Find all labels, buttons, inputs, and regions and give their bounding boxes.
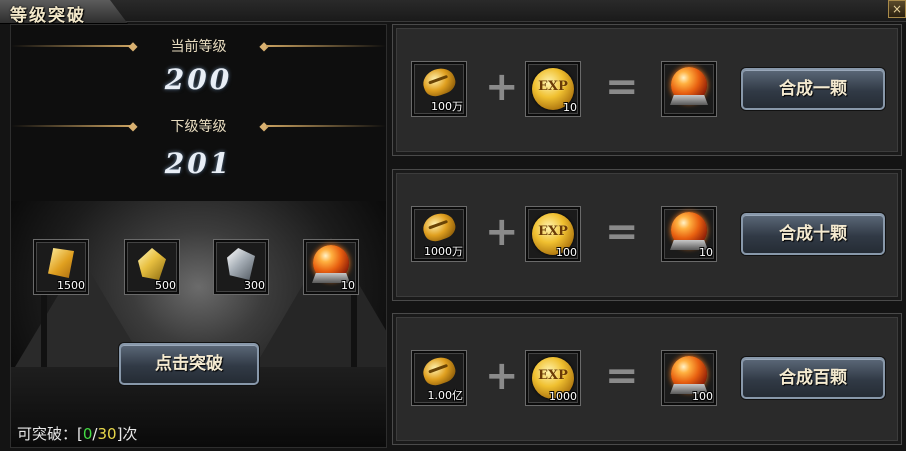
exp-count: 10	[563, 101, 577, 114]
equals-icon: =	[605, 64, 639, 110]
gold-crystal-icon	[138, 248, 166, 280]
level-info: ◆ 当前等级 ◆ 200 ◆ 下级等级 ◆ 201	[11, 25, 386, 201]
exp-label: EXP	[538, 79, 568, 94]
plus-icon: +	[485, 64, 519, 110]
count-prefix: 可突破：[	[17, 425, 83, 443]
orb-slot[interactable]	[661, 61, 717, 117]
recipe-row-1: 100万 + EXP 10 = 合成一颗	[392, 24, 902, 156]
count-suffix: ]次	[116, 425, 138, 443]
exp-count: 1000	[549, 390, 577, 403]
orb-count: 10	[699, 246, 713, 259]
material-count: 10	[341, 279, 355, 292]
exp-count: 100	[556, 246, 577, 259]
breakthrough-count: 可突破：[0/30]次	[17, 423, 137, 444]
divider-right	[266, 125, 386, 127]
equals-icon: =	[605, 209, 639, 255]
current-level-value: 200	[164, 63, 233, 96]
craft-hundred-button[interactable]: 合成百颗	[741, 357, 885, 399]
material-count: 300	[244, 279, 265, 292]
material-slot-fire-orb[interactable]: 10	[303, 239, 359, 295]
plus-icon: +	[485, 353, 519, 399]
orb-count: 100	[692, 390, 713, 403]
breakthrough-panel: ◆ 当前等级 ◆ 200 ◆ 下级等级 ◆ 201 1500 500 300 1…	[10, 24, 387, 448]
next-level-value: 201	[164, 147, 233, 180]
close-button[interactable]: ×	[888, 0, 906, 18]
window-title: 等级突破	[10, 6, 86, 26]
title-bar: 等级突破 ×	[0, 0, 906, 26]
exp-label: EXP	[538, 224, 568, 239]
count-current: 0	[82, 425, 93, 443]
material-slot-gold-crystal[interactable]: 500	[124, 239, 180, 295]
exp-label: EXP	[538, 368, 568, 383]
gold-count: 100万	[431, 100, 463, 113]
material-slot-silver-crystal[interactable]: 300	[213, 239, 269, 295]
equals-icon: =	[605, 353, 639, 399]
plus-icon: +	[485, 209, 519, 255]
orb-slot[interactable]: 10	[661, 206, 717, 262]
recipe-row-2: 1000万 + EXP 100 = 10 合成十颗	[392, 169, 902, 301]
material-slot-gold-scroll[interactable]: 1500	[33, 239, 89, 295]
craft-one-button[interactable]: 合成一颗	[741, 68, 885, 110]
silver-crystal-icon	[227, 248, 255, 280]
current-level-header: ◆ 当前等级 ◆	[11, 33, 386, 59]
gold-count: 1.00亿	[427, 389, 464, 402]
divider-right	[266, 45, 386, 47]
next-level-header: ◆ 下级等级 ◆	[11, 113, 386, 139]
gold-coin-icon	[419, 353, 459, 389]
gold-count: 1000万	[424, 245, 463, 258]
gold-coin-icon	[419, 209, 459, 245]
exp-slot[interactable]: EXP 100	[525, 206, 581, 262]
material-count: 500	[155, 279, 176, 292]
material-count: 1500	[57, 279, 85, 292]
exp-slot[interactable]: EXP 10	[525, 61, 581, 117]
gold-slot[interactable]: 100万	[411, 61, 467, 117]
exp-slot[interactable]: EXP 1000	[525, 350, 581, 406]
orb-slot[interactable]: 100	[661, 350, 717, 406]
gold-scroll-icon	[48, 248, 74, 278]
gold-slot[interactable]: 1000万	[411, 206, 467, 262]
recipe-row-3: 1.00亿 + EXP 1000 = 100 合成百颗	[392, 313, 902, 445]
gold-coin-icon	[419, 64, 459, 100]
orb-stand	[670, 95, 708, 105]
background-scene	[11, 201, 386, 447]
count-max: 30	[97, 425, 117, 443]
craft-ten-button[interactable]: 合成十颗	[741, 213, 885, 255]
gold-slot[interactable]: 1.00亿	[411, 350, 467, 406]
breakthrough-button[interactable]: 点击突破	[119, 343, 259, 385]
